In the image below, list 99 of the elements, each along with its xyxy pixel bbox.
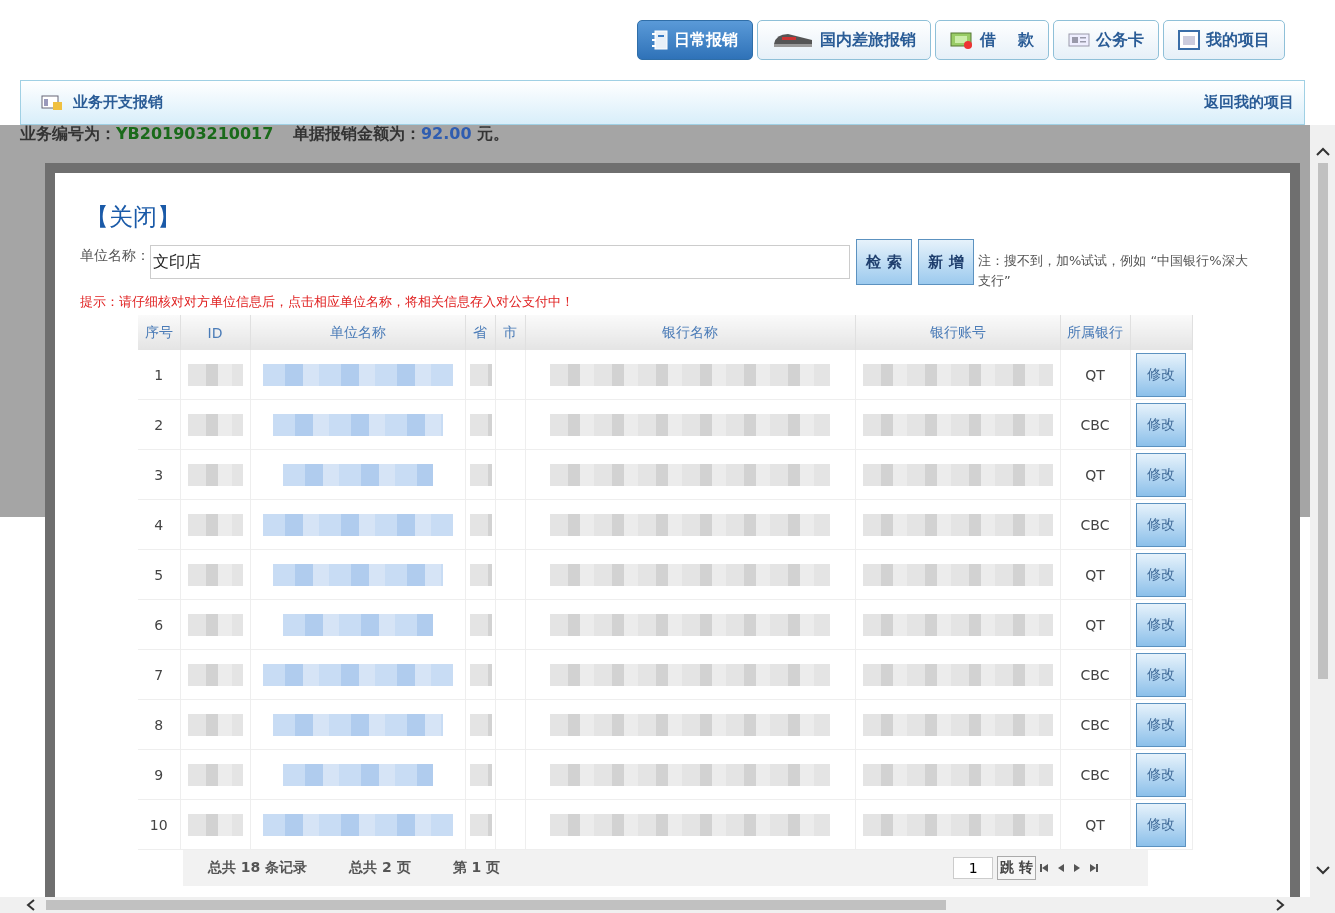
edit-button[interactable]: 修改 bbox=[1136, 352, 1186, 397]
edit-button[interactable]: 修改 bbox=[1136, 652, 1186, 697]
notebook-icon bbox=[652, 30, 669, 50]
redacted-block bbox=[187, 613, 243, 636]
go-button[interactable]: 跳 转 bbox=[997, 856, 1036, 880]
redacted-block bbox=[469, 763, 492, 786]
scroll-right-icon[interactable] bbox=[1275, 899, 1285, 911]
add-button[interactable]: 新 增 bbox=[918, 239, 974, 285]
redacted-block bbox=[469, 613, 492, 636]
record-count: 总共 18 条记录 bbox=[208, 859, 308, 877]
nav-tab[interactable]: 借 款 bbox=[935, 20, 1049, 60]
horizontal-scrollbar[interactable] bbox=[0, 897, 1335, 913]
page-count: 总共 2 页 bbox=[349, 859, 411, 877]
business-number: YB201903210017 bbox=[116, 124, 274, 143]
scroll-thumb[interactable] bbox=[46, 900, 946, 910]
nav-tab[interactable]: 我的项目 bbox=[1163, 20, 1285, 60]
info-label: 业务编号为： bbox=[20, 124, 116, 143]
scroll-left-icon[interactable] bbox=[26, 899, 36, 911]
column-header: 序号 bbox=[138, 315, 180, 350]
nav-tab[interactable]: 公务卡 bbox=[1053, 20, 1159, 60]
hint-text: 提示：请仔细核对对方单位信息后，点击相应单位名称，将相关信息存入对公支付中！ bbox=[80, 293, 575, 311]
column-header: ID bbox=[180, 315, 250, 350]
nav-tab[interactable]: 日常报销 bbox=[637, 20, 754, 60]
close-link[interactable]: 【关闭】 bbox=[85, 201, 1260, 233]
info-label: 单据报销金额为： bbox=[292, 124, 421, 143]
table-cell: QT bbox=[1060, 799, 1130, 850]
redacted-block bbox=[469, 713, 492, 736]
search-label: 单位名称： bbox=[80, 246, 150, 265]
previous-page-icon[interactable] bbox=[1058, 864, 1064, 872]
card-icon bbox=[1068, 32, 1090, 48]
search-field[interactable]: 文印店 bbox=[150, 245, 850, 279]
back-link[interactable]: 返回我的项目 bbox=[1204, 93, 1294, 112]
table-cell: 9 bbox=[138, 749, 180, 800]
redacted-block bbox=[187, 463, 243, 486]
redacted-block bbox=[469, 363, 492, 386]
table-cell: 3 bbox=[138, 449, 180, 500]
table-cell: CBC bbox=[1060, 749, 1130, 800]
table-cell: CBC bbox=[1060, 699, 1130, 750]
redacted-block bbox=[187, 413, 243, 436]
redacted-block bbox=[187, 563, 243, 586]
table-cell: CBC bbox=[1060, 399, 1130, 450]
table-cell: CBC bbox=[1060, 499, 1130, 550]
banknote-icon bbox=[950, 30, 975, 50]
column-header: 省 bbox=[465, 315, 495, 350]
column-header: 银行名称 bbox=[525, 315, 855, 350]
table-cell: QT bbox=[1060, 350, 1130, 400]
last-page-icon[interactable] bbox=[1090, 864, 1098, 872]
table-cell: QT bbox=[1060, 599, 1130, 650]
first-page-icon[interactable] bbox=[1040, 864, 1048, 872]
table-cell: QT bbox=[1060, 449, 1130, 500]
vertical-scrollbar[interactable] bbox=[1310, 125, 1335, 897]
unit-label: 元。 bbox=[477, 124, 510, 143]
edit-button[interactable]: 修改 bbox=[1136, 602, 1186, 647]
redacted-block bbox=[469, 463, 492, 486]
redacted-block bbox=[469, 563, 492, 586]
scroll-up-icon[interactable] bbox=[1315, 147, 1330, 157]
column-header: 所属银行 bbox=[1060, 315, 1130, 350]
edit-button[interactable]: 修改 bbox=[1136, 802, 1186, 847]
redacted-block bbox=[187, 813, 243, 836]
column-header: 银行账号 bbox=[855, 315, 1060, 350]
table-cell: CBC bbox=[1060, 649, 1130, 700]
edit-button[interactable]: 修改 bbox=[1136, 752, 1186, 797]
edit-button[interactable]: 修改 bbox=[1136, 502, 1186, 547]
redacted-block bbox=[469, 513, 492, 536]
header-title: 业务开支报销 bbox=[73, 93, 164, 112]
page-input[interactable]: 1 bbox=[953, 857, 994, 879]
nav-tab[interactable]: 国内差旅报销 bbox=[757, 20, 932, 60]
redacted-block bbox=[469, 813, 492, 836]
table-cell: 7 bbox=[138, 649, 180, 700]
amount-value: 92.00 bbox=[420, 124, 472, 143]
redacted-block bbox=[469, 663, 492, 686]
window-icon bbox=[41, 94, 63, 111]
window-icon bbox=[1178, 30, 1200, 50]
edit-button[interactable]: 修改 bbox=[1136, 552, 1186, 597]
current-page: 第 1 页 bbox=[452, 859, 501, 877]
scroll-thumb[interactable] bbox=[1317, 163, 1328, 679]
table-cell: 2 bbox=[138, 399, 180, 450]
column-header: 市 bbox=[495, 315, 525, 350]
scroll-down-icon[interactable] bbox=[1315, 865, 1330, 875]
table-cell: 1 bbox=[138, 350, 180, 400]
redacted-block bbox=[187, 663, 243, 686]
table-cell: 6 bbox=[138, 599, 180, 650]
redacted-block bbox=[187, 713, 243, 736]
edit-button[interactable]: 修改 bbox=[1136, 702, 1186, 747]
table-cell: 4 bbox=[138, 499, 180, 550]
redacted-block bbox=[187, 363, 243, 386]
search-button[interactable]: 检 索 bbox=[856, 239, 912, 285]
table-cell: 5 bbox=[138, 549, 180, 600]
column-header: 单位名称 bbox=[250, 315, 465, 350]
table-cell: 10 bbox=[138, 799, 180, 850]
next-page-icon[interactable] bbox=[1074, 864, 1080, 872]
edit-button[interactable]: 修改 bbox=[1136, 452, 1186, 497]
table-cell: QT bbox=[1060, 549, 1130, 600]
redacted-block bbox=[187, 763, 243, 786]
redacted-block bbox=[469, 413, 492, 436]
edit-button[interactable]: 修改 bbox=[1136, 402, 1186, 447]
note-text: 注：搜不到，加%试试，例如 “中国银行%深大支行” bbox=[978, 252, 1249, 290]
redacted-block bbox=[187, 513, 243, 536]
table-cell: 8 bbox=[138, 699, 180, 750]
